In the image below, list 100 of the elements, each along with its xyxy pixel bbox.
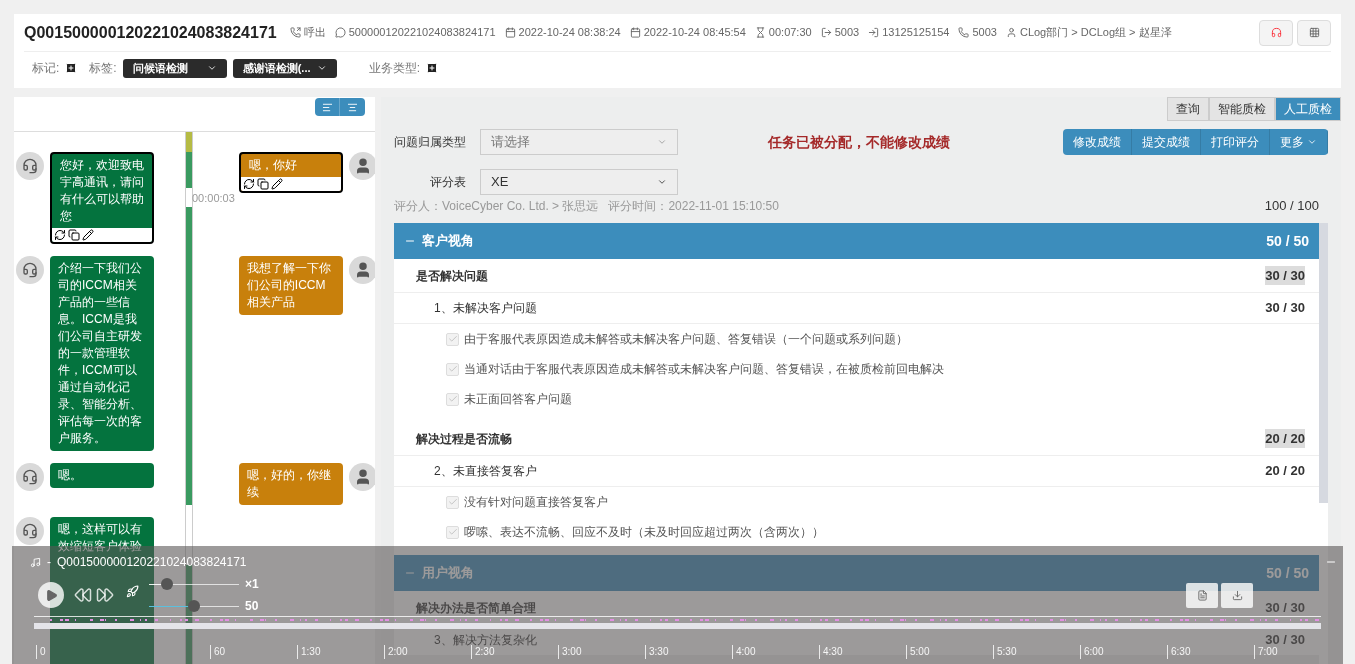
download-button[interactable] <box>1221 582 1253 608</box>
select-field[interactable]: XE <box>480 169 678 195</box>
message-text: 您好，欢迎致电宇高通讯，请问有什么可以帮助您 <box>59 157 145 225</box>
criterion-score: 20 / 20 <box>1265 428 1305 449</box>
action-button[interactable]: 打印评分 <box>1201 129 1270 155</box>
action-button[interactable]: 更多 <box>1270 129 1328 155</box>
check-label: 未正面回答客户问题 <box>464 391 572 408</box>
caret-icon <box>657 137 667 147</box>
tab[interactable]: 人工质检 <box>1275 97 1341 121</box>
check-label: 啰嗦、表达不流畅、回应不及时（未及时回应超过两次（含两次）） <box>464 524 824 541</box>
time-tick: 3:00 <box>558 645 582 659</box>
speed-reading: ×1 <box>245 576 259 593</box>
track-separator: - <box>47 554 51 571</box>
pencil-icon[interactable] <box>82 229 94 241</box>
tab[interactable]: 智能质检 <box>1209 97 1275 121</box>
time-tick: 0 <box>36 645 46 659</box>
check-icon <box>447 497 458 507</box>
phone-icon <box>289 27 301 38</box>
grid-button[interactable] <box>1297 19 1331 46</box>
headphones-icon <box>1270 27 1282 38</box>
criterion-title: 解决办法是否简单合理 <box>416 599 536 617</box>
caret-icon <box>657 177 667 187</box>
action-button[interactable]: 提交成绩 <box>1132 129 1201 155</box>
item-score: 30 / 30 <box>1265 299 1305 318</box>
align-center-icon <box>347 101 358 113</box>
time-tick: 4:00 <box>732 645 756 659</box>
customer-avatar <box>348 256 375 284</box>
field-label: 问题归属类型 <box>394 134 466 151</box>
rocket-icon <box>126 584 139 598</box>
time-tick: 60 <box>210 645 226 659</box>
record-title: Q001500000120221024083824171 <box>24 22 277 43</box>
calendar-icon <box>629 27 641 38</box>
add-icon[interactable] <box>426 62 439 74</box>
criterion-title: 是否解决问题 <box>416 267 488 285</box>
mark-label: 标记: <box>32 60 60 77</box>
volume-slider[interactable] <box>149 600 239 612</box>
track-title: Q001500000120221024083824171 <box>57 554 247 571</box>
exit-icon <box>820 27 832 38</box>
headphones-button[interactable] <box>1259 19 1293 46</box>
agent-avatar <box>16 517 44 545</box>
time-tick: 1:30 <box>297 645 321 659</box>
play-icon <box>44 588 58 602</box>
agent-avatar <box>16 463 44 491</box>
tag-dropdown[interactable]: 感谢语检测(... <box>232 58 337 78</box>
check-icon <box>447 394 458 404</box>
check-label: 没有针对问题直接答复客户 <box>464 494 608 511</box>
add-icon[interactable] <box>65 62 78 74</box>
message-bubble: 嗯。 <box>50 463 154 488</box>
align-center-button[interactable] <box>340 98 365 116</box>
tag-dropdown[interactable]: 问候语检测 <box>122 58 227 78</box>
item-title: 3、解决方法复杂化 <box>434 632 537 647</box>
item-score: 20 / 20 <box>1265 462 1305 481</box>
message-text: 嗯，你好 <box>247 157 298 174</box>
select-field[interactable]: 请选择 <box>480 129 678 155</box>
meta-text: 5003 <box>834 25 860 41</box>
meta-text: 2022-10-24 08:38:24 <box>518 25 621 41</box>
meta-text: 00:07:30 <box>768 25 812 41</box>
document-icon <box>1196 589 1208 601</box>
copy-icon[interactable] <box>68 229 80 241</box>
tag-label: 标签: <box>89 60 117 77</box>
item-title: 2、未直接答复客户 <box>434 463 537 480</box>
fast-forward-icon[interactable] <box>96 586 114 604</box>
meta-text: 呼出 <box>303 25 326 41</box>
user-icon <box>1005 27 1017 38</box>
volume-reading: 50 <box>245 598 259 615</box>
section-header[interactable]: 用户视角 50 / 50 <box>394 555 1319 591</box>
criterion-title: 解决过程是否流畅 <box>416 430 512 448</box>
progress-track[interactable] <box>34 623 1321 629</box>
field-label: 评分表 <box>429 174 466 191</box>
meta-text: 500000120221024083824171 <box>348 25 496 41</box>
rewind-icon[interactable] <box>74 586 92 604</box>
align-left-button[interactable] <box>315 98 340 116</box>
pencil-icon[interactable] <box>270 178 283 190</box>
criterion-score: 30 / 30 <box>1265 598 1305 617</box>
hourglass-icon <box>754 27 766 38</box>
meta-text: 2022-10-24 08:45:54 <box>643 25 746 41</box>
copy-icon[interactable] <box>256 178 269 190</box>
agent-avatar <box>16 256 44 284</box>
caret-icon <box>206 63 217 73</box>
section-title: 客户视角 <box>422 232 474 251</box>
meta-text: 13125125154 <box>882 25 950 41</box>
meta-text: CLog部门 > DCLog组 > 赵星泽 <box>1019 25 1172 41</box>
message-bubble: 嗯，好的，你继续 <box>238 463 343 505</box>
check-label: 当通对话由于客服代表原因造成未解答或未解决客户问题、答复错误，在被质检前回电解决 <box>464 361 944 378</box>
tab[interactable]: 查询 <box>1167 97 1209 121</box>
section-header[interactable]: 客户视角 50 / 50 <box>394 223 1319 259</box>
total-score: 100 / 100 <box>1264 197 1319 216</box>
action-button[interactable]: 修改成绩 <box>1063 129 1132 155</box>
refresh-icon[interactable] <box>242 178 255 190</box>
document-button[interactable] <box>1186 582 1218 608</box>
enter-icon <box>868 27 880 38</box>
rater-info: 评分人：VoiceCyber Co. Ltd. > 张思远 评分时间：2022-11-01 15:10:50 <box>394 198 779 215</box>
item-title: 1、未解决客户问题 <box>434 300 537 317</box>
scrollbar-thumb[interactable] <box>1319 223 1328 503</box>
section-score: 50 / 50 <box>1266 231 1309 251</box>
speed-slider[interactable] <box>149 578 239 590</box>
business-type-label: 业务类型: <box>368 60 421 77</box>
refresh-icon[interactable] <box>54 229 66 241</box>
phone-icon <box>958 27 970 38</box>
check-icon <box>447 334 458 344</box>
